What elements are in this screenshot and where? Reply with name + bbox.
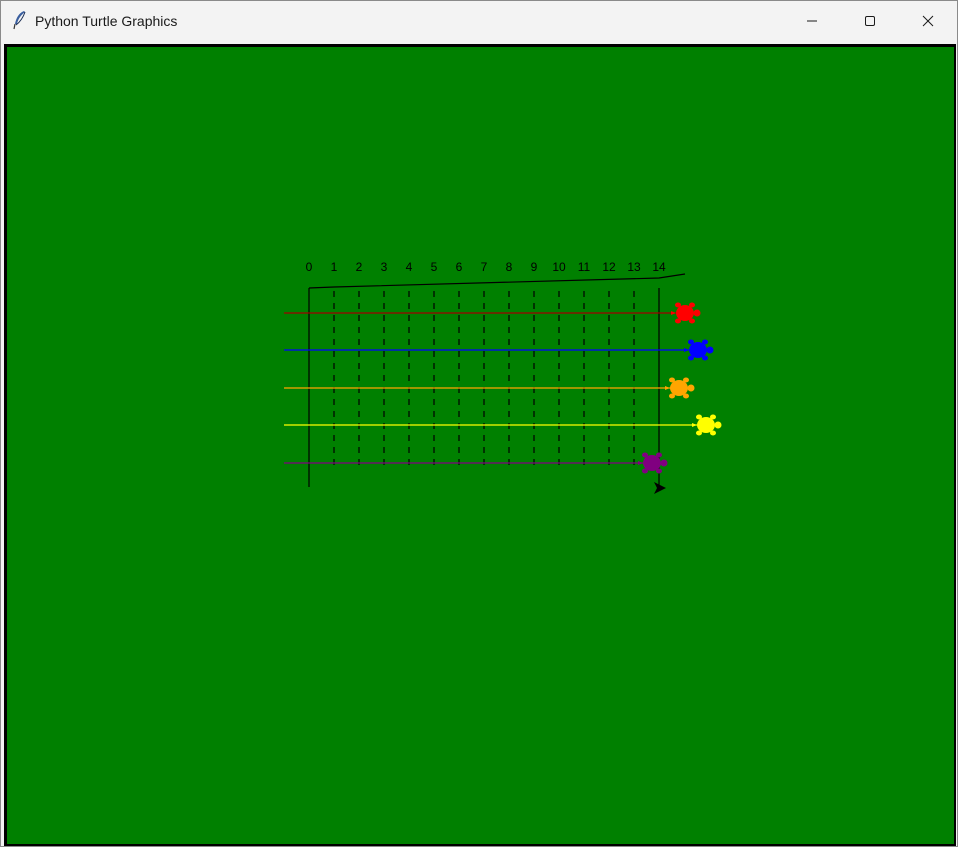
track-top-border bbox=[308, 273, 686, 289]
title-bar[interactable]: Python Turtle Graphics bbox=[1, 1, 957, 41]
maximize-button[interactable] bbox=[841, 1, 899, 41]
track-label: 9 bbox=[531, 260, 538, 274]
minimize-icon bbox=[807, 20, 817, 22]
track-label: 8 bbox=[506, 260, 513, 274]
turtle-orange bbox=[665, 377, 695, 399]
track-label: 12 bbox=[602, 260, 616, 274]
turtle-yellow bbox=[692, 414, 722, 436]
track-label: 5 bbox=[431, 260, 438, 274]
close-button[interactable] bbox=[899, 1, 957, 41]
turtle-window: Python Turtle Graphics 0 1 2 3 4 5 6 7 8 9 10 11 12 1… bbox=[0, 0, 958, 847]
track-label: 11 bbox=[578, 260, 591, 274]
track-label: 1 bbox=[331, 260, 338, 274]
track-label: 10 bbox=[552, 260, 566, 274]
track-label: 0 bbox=[306, 260, 313, 274]
track-label: 14 bbox=[652, 260, 666, 274]
track-label: 4 bbox=[406, 260, 413, 274]
turtle-purple bbox=[638, 452, 668, 474]
feather-icon bbox=[13, 11, 26, 30]
maximize-icon bbox=[865, 16, 875, 26]
track-label: 2 bbox=[356, 260, 363, 274]
pen-cursor-arrow bbox=[654, 482, 666, 494]
track-label: 7 bbox=[481, 260, 488, 274]
race-scene: 0 1 2 3 4 5 6 7 8 9 10 11 12 13 14 bbox=[284, 260, 722, 494]
turtle-canvas[interactable]: 0 1 2 3 4 5 6 7 8 9 10 11 12 13 14 bbox=[7, 47, 954, 844]
minimize-button[interactable] bbox=[783, 1, 841, 41]
track-label: 6 bbox=[456, 260, 463, 274]
track-label: 13 bbox=[627, 260, 641, 274]
turtle-red bbox=[671, 302, 701, 324]
track-label: 3 bbox=[381, 260, 388, 274]
turtle-blue bbox=[684, 339, 714, 361]
window-title: Python Turtle Graphics bbox=[35, 13, 178, 29]
close-icon bbox=[922, 15, 934, 27]
